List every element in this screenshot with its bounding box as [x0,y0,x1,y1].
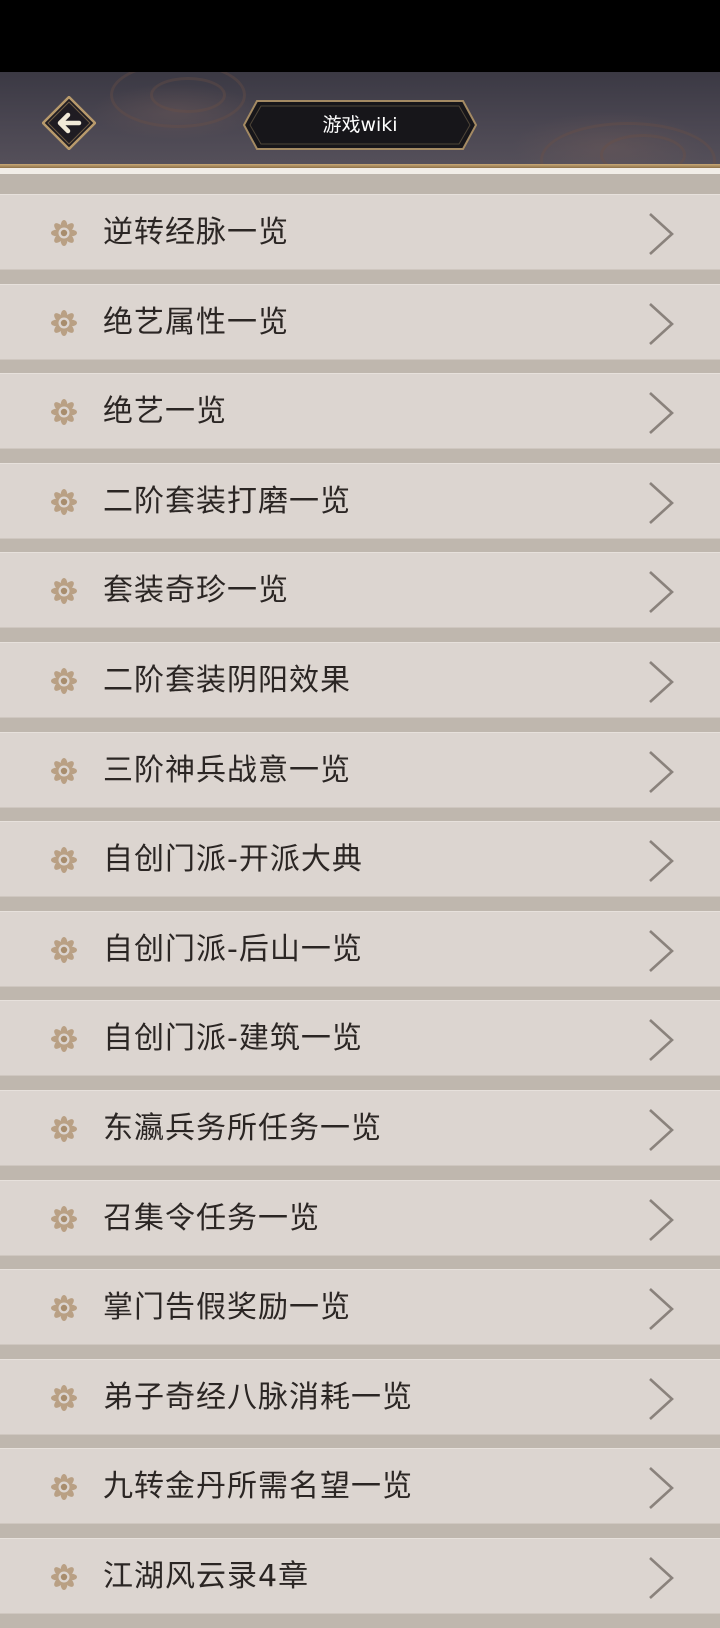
list-item[interactable]: 自创门派-建筑一览 [0,1000,720,1077]
list-item[interactable]: 三阶神兵战意一览 [0,731,720,808]
flower-icon [50,1115,78,1143]
list-item[interactable]: 二阶套装阴阳效果 [0,641,720,718]
chevron-right-icon [646,1465,676,1511]
flower-icon [50,219,78,247]
page-title-plate: 游戏wiki [243,100,477,150]
flower-icon [50,1205,78,1233]
status-bar [0,0,720,72]
list-item-label: 二阶套装阴阳效果 [103,662,351,698]
flower-icon [50,577,78,605]
flower-icon [50,667,78,695]
chevron-right-icon [646,749,676,795]
chevron-right-icon [646,838,676,884]
list-item[interactable]: 召集令任务一览 [0,1179,720,1256]
list-item-label: 召集令任务一览 [103,1200,320,1236]
list-item[interactable]: 九转金丹所需名望一览 [0,1448,720,1525]
list-item[interactable]: 绝艺属性一览 [0,283,720,360]
list-item-label: 江湖风云录4章 [103,1558,310,1594]
page-title: 游戏wiki [322,114,398,136]
list-item[interactable]: 自创门派-后山一览 [0,910,720,987]
list-item[interactable]: 套装奇珍一览 [0,552,720,629]
flower-icon [50,846,78,874]
list-item-label: 掌门告假奖励一览 [103,1290,351,1326]
list-top-spacer [0,174,720,194]
flower-icon [50,1384,78,1412]
chevron-right-icon [646,569,676,615]
list-item-label: 逆转经脉一览 [103,215,289,250]
list-item-label: 三阶神兵战意一览 [103,752,351,788]
chevron-right-icon [646,928,676,974]
list-item-label: 自创门派-建筑一览 [103,1021,363,1057]
chevron-right-icon [646,1017,676,1063]
flower-icon [50,309,78,337]
flower-icon [50,1294,78,1322]
back-button[interactable] [42,96,96,150]
flower-icon [50,1473,78,1501]
chevron-right-icon [646,1376,676,1422]
list-item[interactable]: 自创门派-开派大典 [0,821,720,898]
list-item-label: 东瀛兵务所任务一览 [103,1110,382,1146]
arrow-left-icon [42,96,96,150]
chevron-right-icon [646,1197,676,1243]
flower-icon [50,488,78,516]
wiki-list: 逆转经脉一览 绝艺属性一览 绝艺一览二阶套装打磨一览 套装奇珍一览二阶套装阴阳效果 三阶… [0,174,720,1628]
list-item[interactable]: 弟子奇经八脉消耗一览 [0,1358,720,1435]
list-item-label: 绝艺属性一览 [103,304,289,340]
list-item[interactable]: 二阶套装打磨一览 [0,462,720,539]
list-item-label: 自创门派-后山一览 [103,931,363,967]
list-item[interactable]: 逆转经脉一览 [0,194,720,270]
chevron-right-icon [646,659,676,705]
flower-icon [50,398,78,426]
list-item-label: 二阶套装打磨一览 [103,483,351,519]
chevron-right-icon [646,1107,676,1153]
flower-icon [50,1025,78,1053]
chevron-right-icon [646,480,676,526]
list-item-label: 自创门派-开派大典 [103,842,363,878]
list-item-label: 弟子奇经八脉消耗一览 [103,1379,413,1415]
list-item-label: 绝艺一览 [103,394,227,430]
chevron-right-icon [646,211,676,257]
list-item-label: 套装奇珍一览 [103,573,289,609]
flower-icon [50,1563,78,1591]
chevron-right-icon [646,390,676,436]
list-item[interactable]: 东瀛兵务所任务一览 [0,1089,720,1166]
list-item[interactable]: 绝艺一览 [0,373,720,450]
chevron-right-icon [646,301,676,347]
list-item-label: 九转金丹所需名望一览 [103,1469,413,1505]
chevron-right-icon [646,1555,676,1601]
flower-icon [50,936,78,964]
chevron-right-icon [646,1286,676,1332]
flower-icon [50,757,78,785]
list-item[interactable]: 掌门告假奖励一览 [0,1269,720,1346]
list-item[interactable]: 江湖风云录4章 [0,1537,720,1614]
